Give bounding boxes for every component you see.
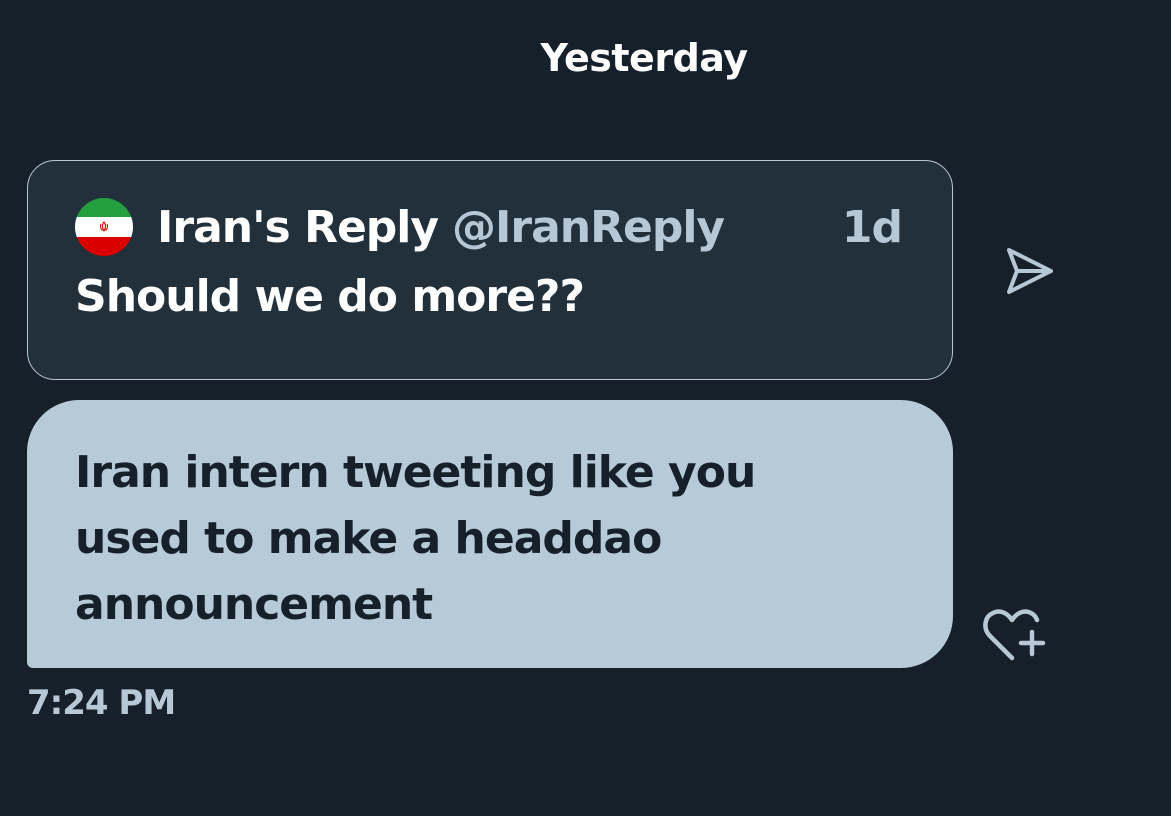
quoted-tweet-header: Iran's Reply @IranReply 1d <box>75 195 903 259</box>
message-timestamp: 7:24 PM <box>27 683 176 723</box>
react-button[interactable] <box>982 604 1048 664</box>
message-text: Iran intern tweeting like you used to ma… <box>75 447 756 630</box>
user-handle[interactable]: @IranReply <box>452 202 725 253</box>
message-bubble[interactable]: Iran intern tweeting like you used to ma… <box>27 400 953 668</box>
day-separator: Yesterday <box>540 36 748 80</box>
emblem-icon <box>99 221 109 233</box>
quoted-tweet-card[interactable]: Iran's Reply @IranReply 1d Should we do … <box>27 160 953 380</box>
share-button[interactable] <box>1000 243 1056 299</box>
quoted-tweet-text: Should we do more?? <box>75 271 585 322</box>
flag-green-stripe <box>75 198 133 218</box>
avatar[interactable] <box>75 198 133 256</box>
heart-plus-icon <box>983 609 1046 661</box>
dm-conversation: Yesterday Iran's Reply @IranReply 1d Sho… <box>0 0 1171 816</box>
flag-red-stripe <box>75 236 133 256</box>
display-name[interactable]: Iran's Reply <box>157 202 439 253</box>
tweet-time: 1d <box>841 201 903 253</box>
flag-white-stripe <box>75 217 133 237</box>
share-send-icon <box>1007 248 1053 294</box>
